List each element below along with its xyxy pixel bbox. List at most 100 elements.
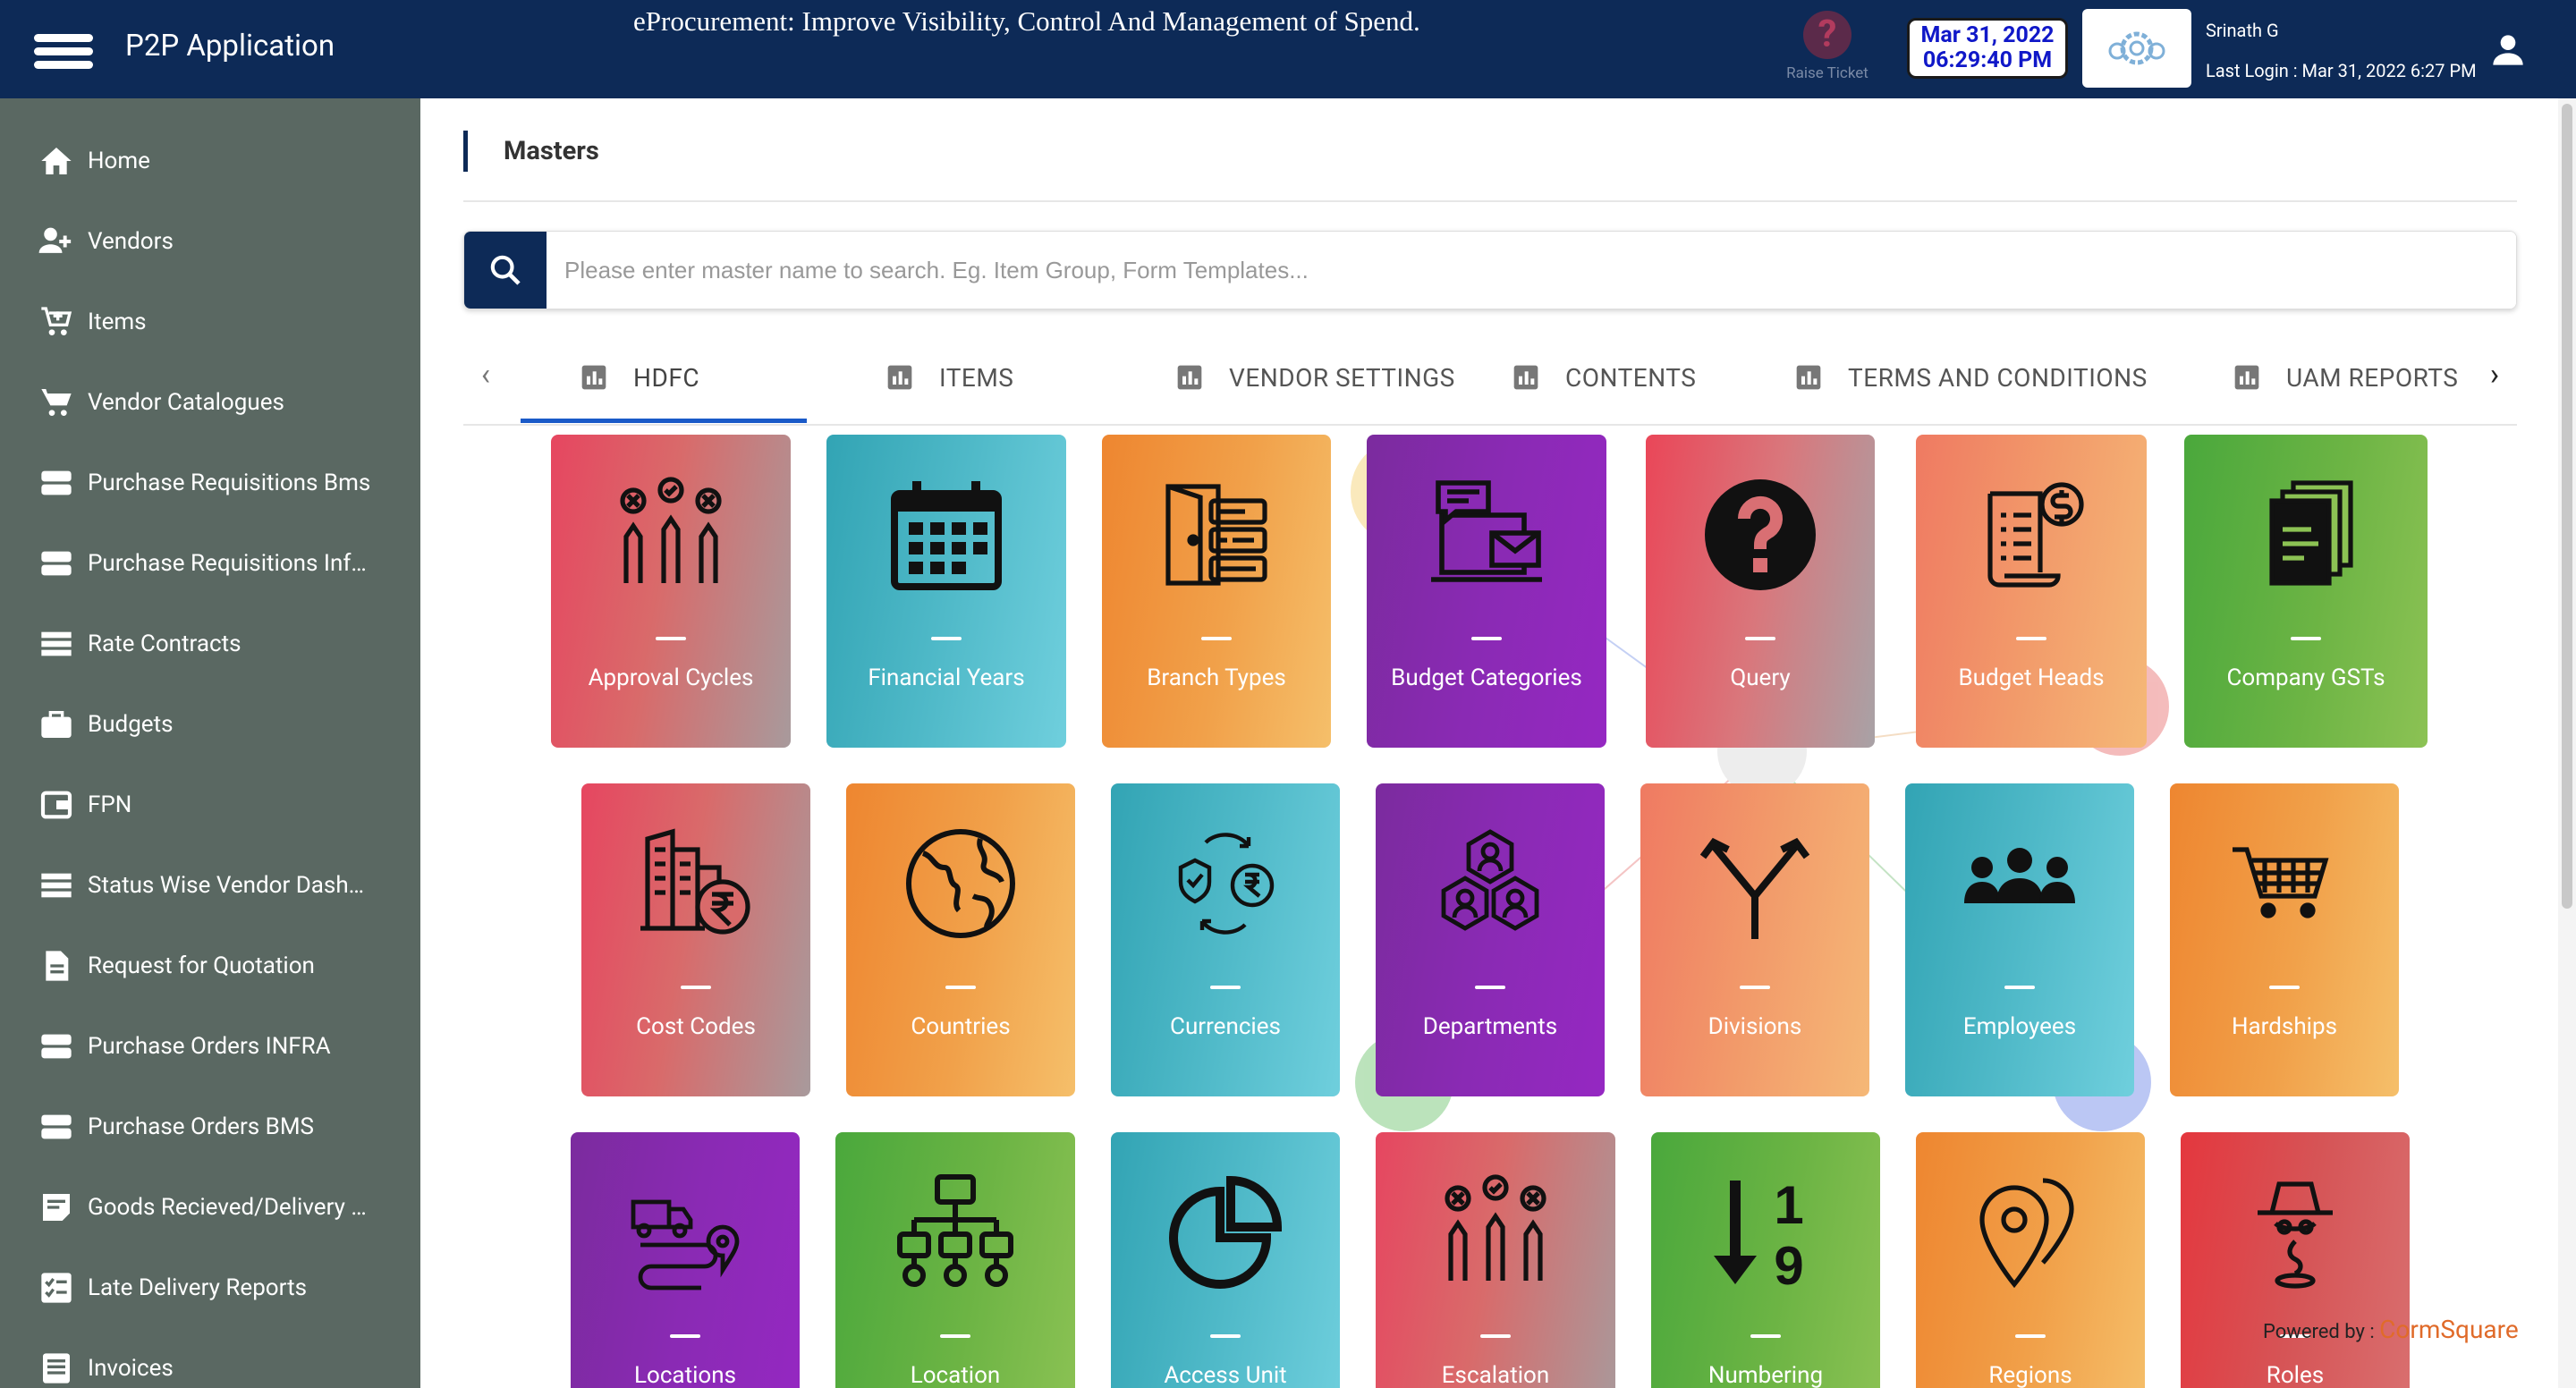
user-account-icon[interactable] <box>2490 32 2526 68</box>
split-arrow-icon <box>1699 837 1810 939</box>
tile-budget-categories[interactable]: Budget Categories <box>1367 435 1606 748</box>
hexagon-people-icon <box>1441 829 1539 931</box>
sidebar-item-vendors[interactable]: Vendors <box>0 201 420 282</box>
tile-query[interactable]: Query <box>1646 435 1875 748</box>
tab-contents[interactable]: CONTENTS <box>1512 349 1696 406</box>
document-stack-icon <box>2269 480 2353 586</box>
home-icon <box>38 142 75 180</box>
active-tab-indicator <box>521 419 807 423</box>
cart-add-icon <box>38 303 75 341</box>
bar-chart-icon <box>581 365 606 390</box>
sidebar-nav: Home Vendors Items Vendor Catalogues Pur… <box>0 98 420 1388</box>
tile-cost-codes[interactable]: Cost Codes <box>581 783 810 1096</box>
sidebar-item-late-delivery-reports[interactable]: Late Delivery Reports <box>0 1248 420 1328</box>
tab-scroll-left-icon[interactable]: ‹ <box>463 352 508 397</box>
tile-employees[interactable]: Employees <box>1905 783 2134 1096</box>
tile-divisions[interactable]: Divisions <box>1640 783 1869 1096</box>
scrollbar-thumb[interactable] <box>2562 104 2572 909</box>
tile-label: Cost Codes <box>636 1013 756 1040</box>
sidebar-item-label: Purchase Requisitions Bms <box>88 470 371 496</box>
sidebar-item-purchase-requisitions-bms[interactable]: Purchase Requisitions Bms <box>0 443 420 523</box>
sidebar-item-vendor-catalogues[interactable]: Vendor Catalogues <box>0 362 420 443</box>
sidebar-item-items[interactable]: Items <box>0 282 420 362</box>
tab-hdfc[interactable]: HDFC <box>580 349 699 406</box>
bill-dollar-icon <box>1987 482 2084 588</box>
tile-regions[interactable]: Regions <box>1916 1132 2145 1388</box>
title-divider <box>463 200 2517 202</box>
tile-company-gsts[interactable]: Company GSTs <box>2184 435 2428 748</box>
list-icon <box>38 867 75 904</box>
sidebar-item-label: Late Delivery Reports <box>88 1274 307 1301</box>
hamburger-menu-icon[interactable] <box>34 34 93 70</box>
tile-hardships[interactable]: Hardships <box>2170 783 2399 1096</box>
truck-route-icon <box>631 1199 740 1291</box>
sidebar-item-rate-contracts[interactable]: Rate Contracts <box>0 604 420 684</box>
header-banner: eProcurement: Improve Visibility, Contro… <box>633 5 1420 37</box>
raise-ticket-button[interactable]: ? Raise Ticket <box>1778 11 1877 82</box>
search-icon <box>490 255 521 285</box>
tile-approval-cycles[interactable]: Approval Cycles <box>551 435 791 748</box>
tab-scroll-right-icon[interactable]: › <box>2472 352 2517 397</box>
tile-numbering[interactable]: 19 Numbering <box>1651 1132 1880 1388</box>
people-group-icon <box>1964 848 2075 903</box>
tile-financial-years[interactable]: Financial Years <box>826 435 1066 748</box>
svg-text:1: 1 <box>1774 1175 1803 1235</box>
sidebar-item-request-for-quotation[interactable]: Request for Quotation <box>0 926 420 1006</box>
spy-icon <box>2258 1181 2333 1289</box>
page-scrollbar[interactable] <box>2558 98 2576 1388</box>
question-circle-icon <box>1705 479 1816 590</box>
gears-icon <box>2108 31 2165 65</box>
search-input[interactable] <box>547 232 2516 309</box>
top-header: P2P Application eProcurement: Improve Vi… <box>0 0 2576 98</box>
tab-uam-reports[interactable]: UAM REPORTS <box>2233 349 2458 406</box>
tile-roles[interactable]: Roles <box>2181 1132 2410 1388</box>
tile-label: Query <box>1730 664 1791 691</box>
tile-label: Financial Years <box>868 664 1025 691</box>
storage-icon <box>38 545 75 582</box>
map-pins-icon <box>1979 1178 2074 1289</box>
sidebar-item-invoices[interactable]: Invoices <box>0 1328 420 1388</box>
sidebar-item-label: Goods Recieved/Delivery … <box>88 1194 367 1221</box>
tile-budget-heads[interactable]: Budget Heads <box>1916 435 2147 748</box>
sort-numeric-icon: 19 <box>1714 1175 1804 1291</box>
sidebar-item-budgets[interactable]: Budgets <box>0 684 420 765</box>
master-tabs: ‹ HDFC ITEMS VENDOR SETTINGS CONTENTS TE… <box>463 331 2517 426</box>
sidebar-item-home[interactable]: Home <box>0 121 420 201</box>
checklist-icon <box>38 1269 75 1307</box>
tile-escalation[interactable]: Escalation <box>1376 1132 1615 1388</box>
tab-terms-and-conditions[interactable]: TERMS AND CONDITIONS <box>1794 349 2148 406</box>
cart-icon <box>38 384 75 421</box>
sidebar-item-goods-received[interactable]: Goods Recieved/Delivery … <box>0 1167 420 1248</box>
tile-departments[interactable]: Departments <box>1376 783 1605 1096</box>
storage-icon <box>38 464 75 502</box>
page-title: Masters <box>463 131 599 172</box>
tile-label: Company GSTs <box>2226 664 2385 691</box>
sidebar-item-status-wise-vendor-dashboard[interactable]: Status Wise Vendor Dash… <box>0 845 420 926</box>
door-code-icon <box>1165 484 1267 586</box>
currency-exchange-icon <box>1178 833 1275 935</box>
tile-currencies[interactable]: Currencies <box>1111 783 1340 1096</box>
tile-label: Location <box>910 1362 1001 1388</box>
sidebar-item-fpn[interactable]: FPN <box>0 765 420 845</box>
sidebar-item-purchase-orders-infra[interactable]: Purchase Orders INFRA <box>0 1006 420 1087</box>
sidebar-item-purchase-requisitions-infra[interactable]: Purchase Requisitions Inf… <box>0 523 420 604</box>
tab-vendor-settings[interactable]: VENDOR SETTINGS <box>1175 349 1455 406</box>
tile-label: Access Unit <box>1164 1362 1287 1388</box>
tile-locations[interactable]: Locations <box>571 1132 800 1388</box>
invoice-icon <box>38 1350 75 1387</box>
sidebar-item-label: FPN <box>88 791 132 818</box>
tile-access-unit[interactable]: Access Unit <box>1111 1132 1340 1388</box>
search-button[interactable] <box>464 232 547 309</box>
tab-items[interactable]: ITEMS <box>886 349 1013 406</box>
bar-chart-icon <box>2234 365 2259 390</box>
tile-countries[interactable]: Countries <box>846 783 1075 1096</box>
storage-icon <box>38 1028 75 1065</box>
sidebar-item-label: Vendor Catalogues <box>88 389 284 416</box>
sidebar-item-purchase-orders-bms[interactable]: Purchase Orders BMS <box>0 1087 420 1167</box>
sidebar-item-label: Request for Quotation <box>88 952 315 979</box>
main-content: Masters ‹ HDFC ITEMS VENDOR SETTINGS CON… <box>420 98 2576 1388</box>
tile-label: Departments <box>1422 1013 1558 1040</box>
tile-branch-types[interactable]: Branch Types <box>1102 435 1331 748</box>
tab-label: VENDOR SETTINGS <box>1229 362 1455 393</box>
tile-location[interactable]: Location <box>835 1132 1075 1388</box>
